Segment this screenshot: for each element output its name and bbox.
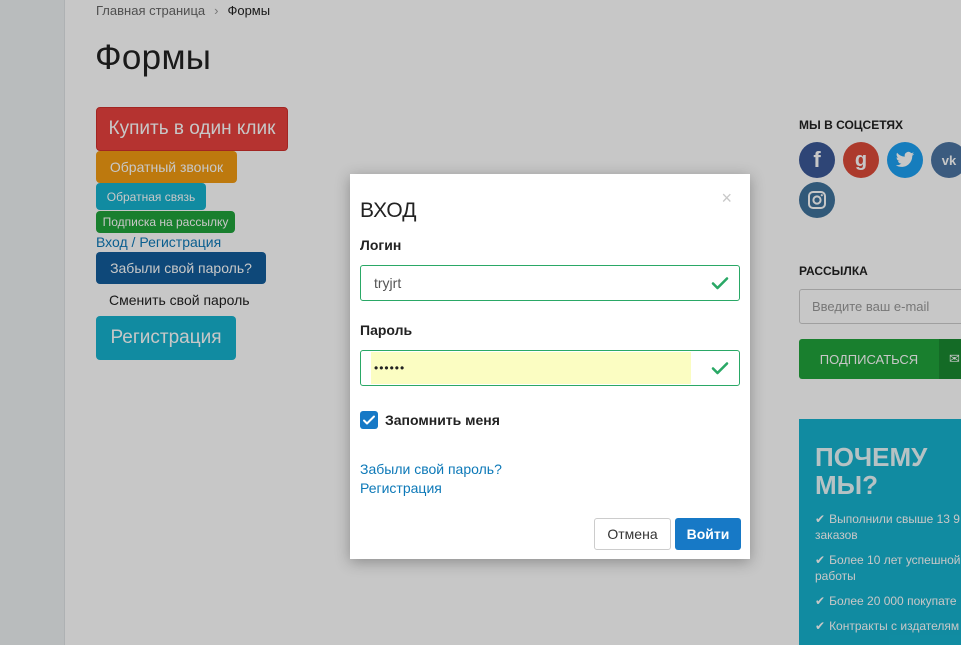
login-input[interactable]: [362, 267, 702, 299]
login-label: Логин: [360, 237, 402, 253]
register-link[interactable]: Регистрация: [360, 480, 442, 496]
remember-me[interactable]: Запомнить меня: [360, 411, 500, 429]
password-field: [360, 350, 740, 386]
checkmark-icon: [363, 415, 375, 425]
cancel-button[interactable]: Отмена: [594, 518, 671, 550]
login-field: [360, 265, 740, 301]
remember-checkbox[interactable]: [360, 411, 378, 429]
remember-label: Запомнить меня: [385, 412, 500, 428]
close-icon[interactable]: ×: [721, 189, 732, 207]
password-input[interactable]: [362, 352, 702, 384]
check-icon: [711, 277, 729, 290]
login-submit-button[interactable]: Войти: [675, 518, 741, 550]
forgot-password-link[interactable]: Забыли свой пароль?: [360, 461, 502, 477]
password-label: Пароль: [360, 322, 413, 338]
modal-title: ВХОД: [360, 199, 417, 222]
login-modal: × ВХОД Логин Пароль Запомнить меня Забыл…: [350, 174, 750, 559]
check-icon: [711, 362, 729, 375]
